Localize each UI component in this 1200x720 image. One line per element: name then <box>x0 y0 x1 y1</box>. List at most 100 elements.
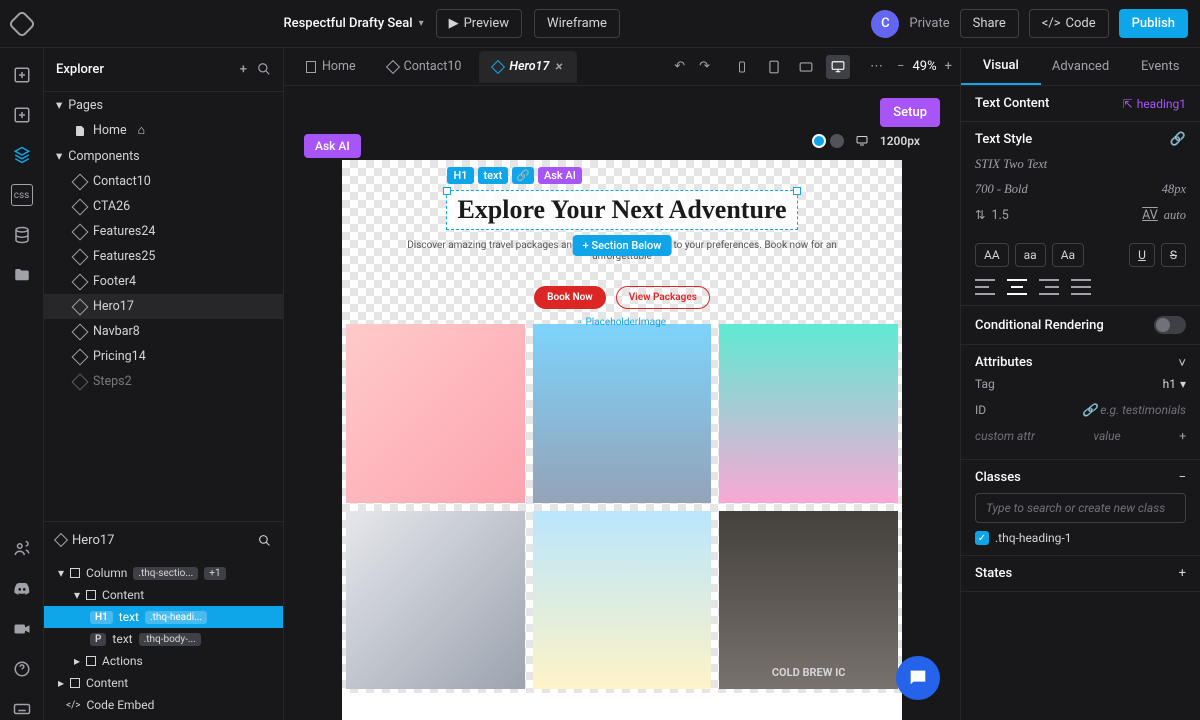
setup-button[interactable]: Setup <box>880 98 940 127</box>
minus-icon[interactable]: − <box>1179 470 1186 485</box>
hero-subtitle[interactable]: Discover amazing travel packages and des… <box>402 240 842 262</box>
tab-contact[interactable]: Contact10 <box>374 51 476 82</box>
publish-button[interactable]: Publish <box>1119 9 1188 38</box>
share-button[interactable]: Share <box>960 9 1019 38</box>
components-group[interactable]: ▾Components <box>44 143 283 169</box>
css-icon[interactable]: css <box>11 184 33 206</box>
keyboard-icon[interactable] <box>11 698 33 720</box>
align-right-icon[interactable] <box>1039 279 1059 295</box>
section-below-button[interactable]: + Section Below <box>573 235 672 256</box>
outline-p[interactable]: Ptext.thq-body-... <box>44 628 283 650</box>
component-item[interactable]: Pricing14 <box>44 344 283 369</box>
outline-h1[interactable]: H1text.thq-headi... <box>44 606 283 628</box>
outline-actions[interactable]: ▸Actions <box>44 650 283 672</box>
tab-advanced[interactable]: Advanced <box>1041 49 1121 84</box>
close-icon[interactable]: × <box>555 59 562 75</box>
zoom-in-icon[interactable]: + <box>945 59 952 74</box>
book-now-button[interactable]: Book Now <box>534 286 606 309</box>
redo-icon[interactable]: ↷ <box>699 59 710 74</box>
database-icon[interactable] <box>11 224 33 246</box>
link-icon[interactable]: 🔗 <box>1170 132 1186 147</box>
code-button[interactable]: </>Code <box>1029 9 1109 38</box>
gallery-image[interactable] <box>719 324 898 503</box>
pages-group[interactable]: ▾Pages <box>44 92 283 118</box>
align-justify-icon[interactable] <box>1071 279 1091 295</box>
heading-link[interactable]: ⇱heading1 <box>1123 97 1186 111</box>
video-icon[interactable] <box>11 618 33 640</box>
font-family[interactable]: STIX Two Text <box>975 157 1186 172</box>
gallery-image[interactable] <box>346 511 525 690</box>
font-weight[interactable]: 700 - Bold <box>975 182 1028 197</box>
component-item[interactable]: Features25 <box>44 244 283 269</box>
align-center-icon[interactable] <box>1007 279 1027 295</box>
hero-heading[interactable]: Explore Your Next Adventure <box>457 195 786 225</box>
selected-h1[interactable]: H1 text 🔗 Ask AI Explore Your Next Adven… <box>446 190 797 230</box>
font-size[interactable]: 48px <box>1162 182 1186 197</box>
component-item[interactable]: Footer4 <box>44 269 283 294</box>
logo-icon[interactable] <box>8 9 36 37</box>
zoom-out-icon[interactable]: − <box>897 59 904 74</box>
outline-column[interactable]: ▾Column.thq-sectio...+1 <box>44 562 283 584</box>
class-search-input[interactable]: Type to search or create new class <box>975 493 1186 523</box>
wireframe-button[interactable]: Wireframe <box>534 9 620 38</box>
add-icon[interactable] <box>11 64 33 86</box>
add-attr-icon[interactable]: + <box>1179 429 1186 443</box>
component-item[interactable]: CTA26 <box>44 194 283 219</box>
device-tablet-p-icon[interactable] <box>762 55 786 79</box>
tab-visual[interactable]: Visual <box>961 48 1041 85</box>
component-item[interactable]: Features24 <box>44 219 283 244</box>
outline-content2[interactable]: ▸Content <box>44 672 283 694</box>
component-item[interactable]: Navbar8 <box>44 319 283 344</box>
gallery-image[interactable] <box>346 324 525 503</box>
lowercase-button[interactable]: aa <box>1015 243 1046 267</box>
project-name[interactable]: Respectful Drafty Seal▾ <box>283 16 423 31</box>
component-item[interactable]: Contact10 <box>44 169 283 194</box>
ask-ai-badge[interactable]: Ask AI <box>538 167 582 184</box>
id-input[interactable]: 🔗 e.g. testimonials <box>1082 403 1186 417</box>
conditional-toggle[interactable] <box>1154 316 1186 334</box>
ask-ai-button[interactable]: Ask AI <box>304 134 361 158</box>
link-icon[interactable]: 🔗 <box>512 167 534 184</box>
more-icon[interactable]: ⋯ <box>870 59 883 74</box>
outline-embed[interactable]: </>Code Embed <box>44 694 283 716</box>
device-desktop-icon[interactable] <box>826 55 850 79</box>
gallery-image[interactable] <box>533 511 712 690</box>
view-packages-button[interactable]: View Packages <box>616 286 710 309</box>
outline-content[interactable]: ▾Content <box>44 584 283 606</box>
tab-home[interactable]: Home <box>292 51 370 82</box>
underline-button[interactable]: U <box>1129 243 1155 267</box>
folder-icon[interactable] <box>11 264 33 286</box>
search-icon[interactable] <box>258 534 271 547</box>
placeholder-image-link[interactable]: ▫PlaceholderImage <box>578 317 666 328</box>
help-icon[interactable] <box>11 658 33 680</box>
layers-icon[interactable] <box>11 144 33 166</box>
tag-select[interactable]: h1 ▾ <box>1163 377 1186 391</box>
users-icon[interactable] <box>11 538 33 560</box>
custom-value-input[interactable]: value <box>1093 429 1120 443</box>
uppercase-button[interactable]: AA <box>975 243 1009 267</box>
canvas[interactable]: H1 text 🔗 Ask AI Explore Your Next Adven… <box>342 160 902 720</box>
device-tablet-l-icon[interactable] <box>794 55 818 79</box>
strike-button[interactable]: S <box>1161 243 1186 267</box>
undo-icon[interactable]: ↶ <box>674 59 685 74</box>
page-home[interactable]: Home⌂ <box>44 118 283 143</box>
tab-hero[interactable]: Hero17× <box>479 51 576 83</box>
capitalize-button[interactable]: Aa <box>1052 243 1084 267</box>
device-mobile-icon[interactable] <box>730 55 754 79</box>
preview-button[interactable]: ▶Preview <box>436 9 522 38</box>
add-state-icon[interactable]: + <box>1179 566 1186 581</box>
gallery-image[interactable] <box>533 324 712 503</box>
search-icon[interactable] <box>257 62 271 77</box>
align-left-icon[interactable] <box>975 279 995 295</box>
class-chip[interactable]: ✓.thq-heading-1 <box>975 531 1186 545</box>
gallery-image[interactable]: COLD BREW IC <box>719 511 898 690</box>
add-page-icon[interactable] <box>11 104 33 126</box>
chat-fab[interactable] <box>896 656 940 700</box>
discord-icon[interactable] <box>11 578 33 600</box>
add-icon[interactable]: + <box>240 62 247 77</box>
component-item-hero17[interactable]: Hero17 <box>44 294 283 319</box>
custom-attr-input[interactable]: custom attr <box>975 429 1035 443</box>
component-item[interactable]: Steps2 <box>44 369 283 394</box>
chevron-down-icon[interactable]: ˅ <box>1178 355 1186 371</box>
avatar[interactable]: C <box>871 10 899 38</box>
